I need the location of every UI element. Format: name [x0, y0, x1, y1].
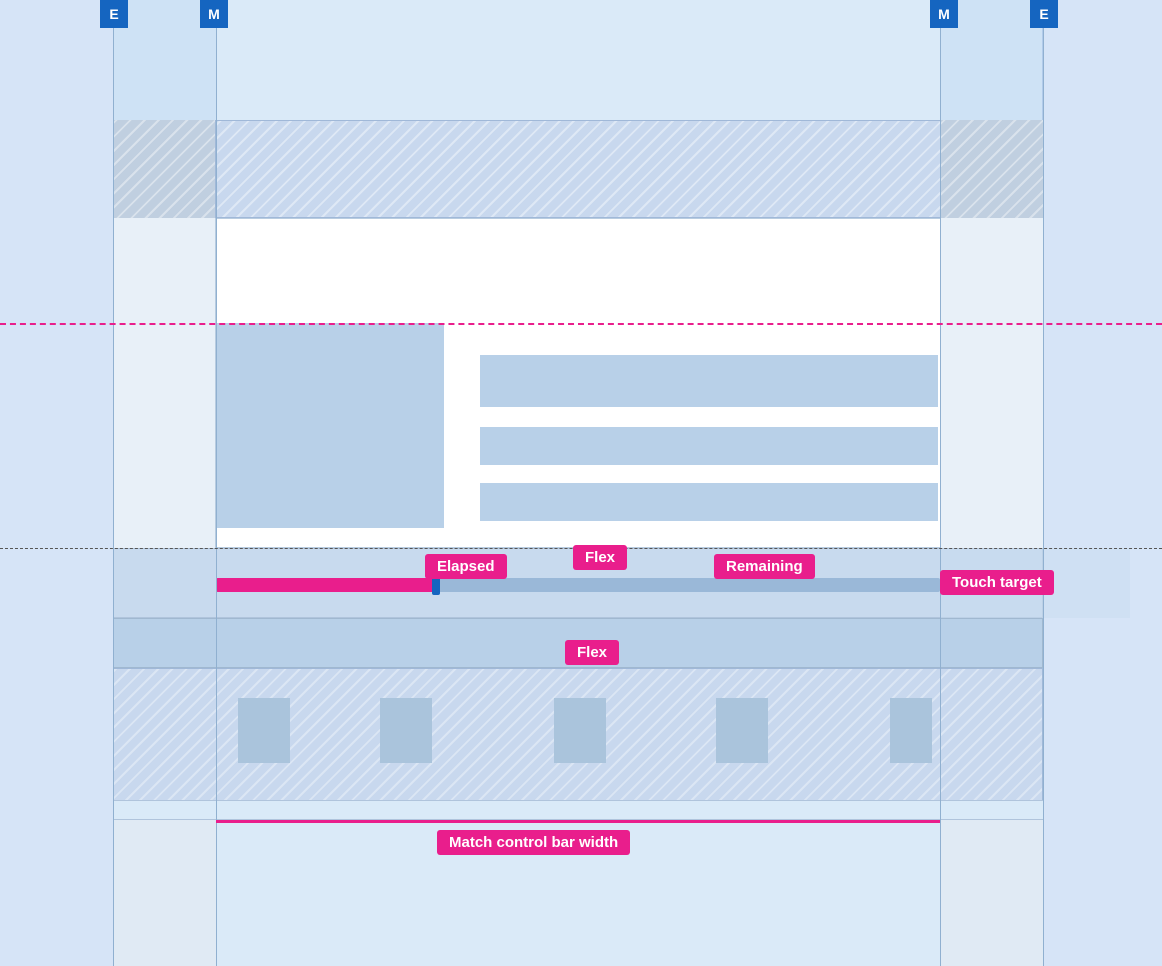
content-left-margin	[113, 218, 216, 548]
marker-e-right: E	[1030, 0, 1058, 28]
bottom-block-4	[716, 698, 768, 763]
text-block-1	[480, 355, 938, 407]
content-right-margin	[940, 218, 1043, 548]
text-block-2	[480, 427, 938, 465]
match-control-bar-line	[216, 820, 940, 823]
flex-badge-2: Flex	[565, 640, 619, 665]
row2-right-hatch	[940, 120, 1043, 218]
bottom-left-margin	[113, 820, 216, 966]
image-placeholder	[216, 323, 444, 528]
row2-hatched	[113, 120, 1043, 218]
vline-e-left	[113, 0, 114, 966]
vline-e-right	[1043, 0, 1044, 966]
elapsed-badge: Elapsed	[425, 554, 507, 579]
bottom-right-margin	[940, 820, 1043, 966]
pink-dashed-line	[0, 323, 1162, 325]
bottom-block-5	[890, 698, 932, 763]
touch-target-badge: Touch target	[940, 570, 1054, 595]
flex-badge-1: Flex	[573, 545, 627, 570]
match-control-bar-badge: Match control bar width	[437, 830, 630, 855]
bottom-block-1	[238, 698, 290, 763]
separator-row	[113, 800, 1043, 820]
marker-m-right: M	[930, 0, 958, 28]
marker-m-left: M	[200, 0, 228, 28]
progress-bar-fill	[216, 578, 436, 592]
vline-m-right	[940, 0, 941, 966]
remaining-badge: Remaining	[714, 554, 815, 579]
marker-e-left: E	[100, 0, 128, 28]
row2-left-hatch	[113, 120, 216, 218]
text-block-3	[480, 483, 938, 521]
bottom-block-2	[380, 698, 432, 763]
bottom-block-3	[554, 698, 606, 763]
